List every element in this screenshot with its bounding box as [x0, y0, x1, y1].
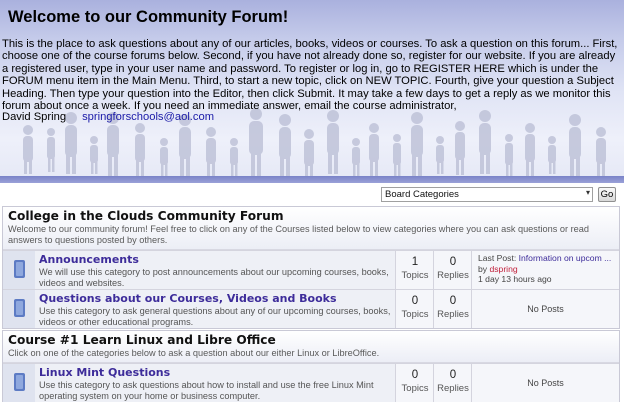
- topics-number: 1: [411, 256, 419, 268]
- header-banner: Welcome to our Community Forum! This is …: [0, 0, 624, 178]
- topics-number: 0: [411, 369, 419, 381]
- forum-info: Questions about our Courses, Videos and …: [39, 292, 391, 328]
- last-post-time: 1 day 13 hours ago: [478, 274, 552, 284]
- forum-icon-cell: [3, 290, 35, 328]
- forum-description: Use this category to ask general questio…: [39, 306, 391, 327]
- replies-count: 0 Replies: [433, 290, 472, 328]
- forum-description: We will use this category to post announ…: [39, 267, 389, 288]
- last-post-by: by: [478, 263, 488, 274]
- section-title[interactable]: Course #1 Learn Linux and Libre Office: [8, 333, 615, 347]
- topics-count: 0 Topics: [395, 290, 434, 328]
- chevron-down-icon: ▾: [585, 188, 590, 197]
- forum-info: Announcements We will use this category …: [39, 253, 391, 289]
- topics-number: 0: [411, 295, 419, 307]
- topics-label: Topics: [401, 383, 429, 394]
- forum-icon-cell: [3, 251, 35, 289]
- forum-board-icon: [14, 299, 25, 317]
- category-nav: Board Categories ▾ Go: [0, 183, 624, 205]
- forum-link-questions[interactable]: Questions about our Courses, Videos and …: [39, 292, 391, 305]
- replies-number: 0: [449, 369, 457, 381]
- last-post-link[interactable]: Information on upcom ...: [519, 253, 612, 263]
- page-title: Welcome to our Community Forum!: [8, 8, 289, 26]
- topics-count: 0 Topics: [395, 364, 434, 402]
- last-post: Last Post: Information on upcom ... by d…: [471, 251, 619, 289]
- section-description: Welcome to our community forum! Feel fre…: [8, 224, 589, 245]
- section-description: Click on one of the categories below to …: [8, 348, 380, 358]
- last-post-prefix: Last Post:: [478, 253, 517, 263]
- forum-board-icon: [14, 373, 25, 391]
- topics-count: 1 Topics: [395, 251, 434, 289]
- forum-section: College in the Clouds Community Forum We…: [2, 206, 620, 329]
- admin-email-link[interactable]: springforschools@aol.com: [82, 111, 214, 123]
- replies-label: Replies: [437, 383, 469, 394]
- section-header: Course #1 Learn Linux and Libre Office C…: [3, 331, 619, 363]
- replies-label: Replies: [437, 309, 469, 320]
- forum-description: Use this category to ask questions about…: [39, 380, 374, 401]
- replies-number: 0: [449, 256, 457, 268]
- replies-count: 0 Replies: [433, 251, 472, 289]
- forum-link-linux-mint[interactable]: Linux Mint Questions: [39, 366, 391, 379]
- board-category-select-value: Board Categories: [385, 189, 459, 200]
- board-category-select[interactable]: Board Categories ▾: [381, 187, 593, 202]
- signature-name: David Spring: [2, 111, 67, 123]
- intro-text: This is the place to ask questions about…: [2, 38, 618, 113]
- topics-label: Topics: [401, 270, 429, 281]
- forum-row: Announcements We will use this category …: [3, 250, 619, 289]
- banner-divider-bar: [0, 176, 624, 183]
- section-title[interactable]: College in the Clouds Community Forum: [8, 209, 615, 223]
- forum-info: Linux Mint Questions Use this category t…: [39, 366, 391, 402]
- replies-count: 0 Replies: [433, 364, 472, 402]
- last-post-user-link[interactable]: dspring: [489, 264, 517, 274]
- forum-link-announcements[interactable]: Announcements: [39, 253, 391, 266]
- replies-label: Replies: [437, 270, 469, 281]
- no-posts-label: No Posts: [471, 364, 619, 402]
- forum-section: Course #1 Learn Linux and Libre Office C…: [2, 330, 620, 402]
- topics-label: Topics: [401, 309, 429, 320]
- section-header: College in the Clouds Community Forum We…: [3, 207, 619, 250]
- forum-row: Linux Mint Questions Use this category t…: [3, 363, 619, 402]
- forum-row: Questions about our Courses, Videos and …: [3, 289, 619, 328]
- signature: David Spring springforschools@aol.com: [2, 111, 214, 123]
- forum-icon-cell: [3, 364, 35, 402]
- forum-board-icon: [14, 260, 25, 278]
- no-posts-label: No Posts: [471, 290, 619, 328]
- replies-number: 0: [449, 295, 457, 307]
- go-button[interactable]: Go: [598, 187, 616, 202]
